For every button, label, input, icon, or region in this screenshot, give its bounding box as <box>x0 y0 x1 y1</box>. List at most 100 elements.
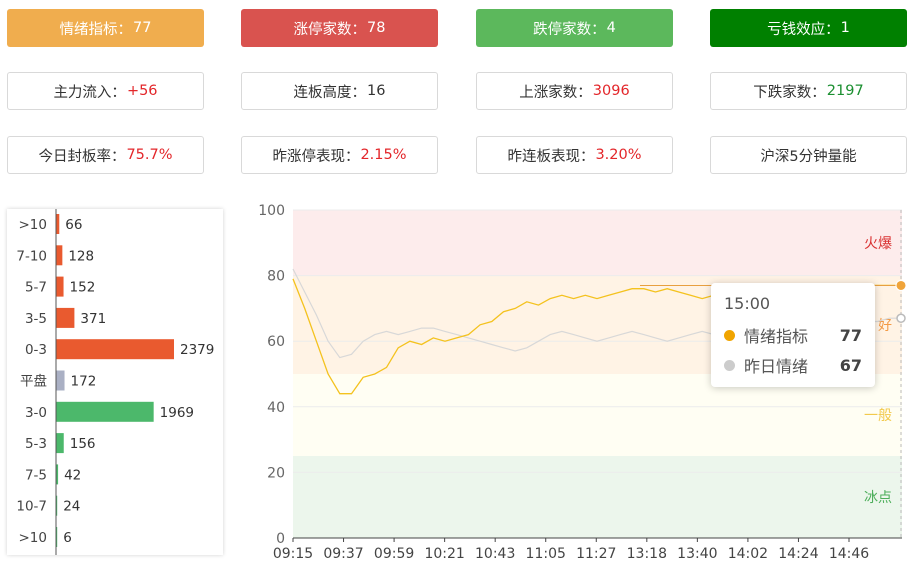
x-tick-label: 09:15 <box>273 546 313 562</box>
bar-value-label: 2379 <box>180 342 214 358</box>
bar-value-label: 371 <box>80 311 106 327</box>
category-label: 3-5 <box>25 311 47 327</box>
tooltip-series-value: 67 <box>839 355 862 375</box>
y-tick-label: 60 <box>267 334 285 350</box>
tooltip-series-name: 昨日情绪 <box>744 357 809 376</box>
card-label: 连板高度： <box>293 84 367 101</box>
category-label: >10 <box>19 530 48 546</box>
bar-value-label: 24 <box>63 499 80 515</box>
zone-label: 冰点 <box>864 490 892 506</box>
zone-band <box>293 210 902 276</box>
yesterday-consecutive-performance-card[interactable]: 昨连板表现： 3.20% <box>476 136 673 174</box>
chart-tooltip: 15:00 情绪指标 77 昨日情绪 67 <box>711 283 875 387</box>
card-label: 亏钱效应： <box>767 21 840 38</box>
card-value: 16 <box>367 83 386 99</box>
yesterday-marker <box>896 313 906 323</box>
rising-count-card[interactable]: 上涨家数： 3096 <box>476 72 673 110</box>
y-tick-label: 40 <box>267 400 285 416</box>
y-tick-label: 100 <box>258 203 285 219</box>
yesterday-limit-up-performance-card[interactable]: 昨涨停表现： 2.15% <box>241 136 438 174</box>
bar-value-label: 1969 <box>160 405 194 421</box>
limit-up-count-card[interactable]: 涨停家数： 78 <box>241 9 438 47</box>
y-tick-label: 80 <box>267 269 285 285</box>
card-value: 4 <box>606 20 616 36</box>
category-label: 0-3 <box>25 342 47 358</box>
x-tick-label: 14:24 <box>778 546 818 562</box>
card-value: 3.20% <box>595 147 642 163</box>
falling-count-card[interactable]: 下跌家数： 2197 <box>710 72 907 110</box>
card-label: 沪深5分钟量能 <box>760 148 857 165</box>
price-change-distribution-panel: >10 66 7-10 128 5-7 152 3-5 371 0-3 2379 平盘 172 3-0 1… <box>7 209 223 555</box>
card-value: 2197 <box>826 83 864 99</box>
zone-label: 火爆 <box>864 236 892 252</box>
category-label: 平盘 <box>20 373 47 390</box>
price-change-distribution-chart: >10 66 7-10 128 5-7 152 3-5 371 0-3 2379 平盘 172 3-0 1… <box>16 209 214 555</box>
card-value: 77 <box>133 20 152 36</box>
zone-band <box>293 456 902 538</box>
x-tick-label: 10:43 <box>475 546 515 562</box>
category-label: 5-3 <box>25 436 47 452</box>
card-value: 2.15% <box>360 147 407 163</box>
x-tick-label: 13:40 <box>677 546 717 562</box>
x-tick-label: 14:46 <box>829 546 869 562</box>
distribution-bar <box>56 339 174 360</box>
distribution-bar <box>56 276 64 297</box>
series-dot-icon <box>724 359 735 371</box>
card-label: 下跌家数： <box>753 84 826 101</box>
card-label: 情绪指标： <box>59 21 133 38</box>
distribution-bar <box>56 245 63 266</box>
consecutive-board-height-card[interactable]: 连板高度： 16 <box>241 72 438 110</box>
seal-rate-card[interactable]: 今日封板率： 75.7% <box>7 136 204 174</box>
today-marker <box>895 279 907 291</box>
x-tick-label: 11:05 <box>526 546 566 562</box>
x-tick-label: 13:18 <box>627 546 667 562</box>
card-label: 主力流入： <box>53 84 126 101</box>
card-label: 昨连板表现： <box>507 148 595 165</box>
volume-5min-button[interactable]: 沪深5分钟量能 <box>710 136 907 174</box>
x-tick-label: 09:37 <box>323 546 363 562</box>
bar-value-label: 66 <box>65 217 82 233</box>
category-label: 5-7 <box>25 280 47 296</box>
distribution-bar <box>56 370 65 391</box>
bar-value-label: 128 <box>68 248 94 264</box>
limit-down-count-card[interactable]: 跌停家数： 4 <box>476 9 673 47</box>
category-label: 7-5 <box>25 467 47 483</box>
bar-value-label: 152 <box>70 280 96 296</box>
bar-value-label: 42 <box>64 467 81 483</box>
distribution-bar <box>56 401 154 422</box>
card-value: 78 <box>367 20 386 36</box>
card-label: 跌停家数： <box>533 21 606 38</box>
x-tick-label: 10:21 <box>424 546 464 562</box>
x-tick-label: 14:02 <box>728 546 768 562</box>
tooltip-series-value: 77 <box>839 325 862 345</box>
bar-value-label: 6 <box>63 530 72 546</box>
card-label: 涨停家数： <box>293 21 367 38</box>
category-label: 3-0 <box>25 405 47 421</box>
loss-effect-card[interactable]: 亏钱效应： 1 <box>710 9 907 47</box>
tooltip-row-today: 情绪指标 77 <box>724 320 862 350</box>
category-label: >10 <box>19 217 48 233</box>
sentiment-index-card[interactable]: 情绪指标： 77 <box>7 9 204 47</box>
y-tick-label: 0 <box>276 531 285 547</box>
zone-label: 一般 <box>864 408 892 424</box>
card-label: 今日封板率： <box>38 148 126 165</box>
card-label: 昨涨停表现： <box>272 148 360 165</box>
x-tick-label: 11:27 <box>576 546 616 562</box>
card-value: 1 <box>840 20 850 36</box>
bar-value-label: 156 <box>70 436 96 452</box>
y-tick-label: 20 <box>267 465 285 481</box>
card-label: 上涨家数： <box>519 84 592 101</box>
tooltip-row-yesterday: 昨日情绪 67 <box>724 350 862 380</box>
card-value: 3096 <box>592 83 630 99</box>
category-label: 10-7 <box>16 499 47 515</box>
series-dot-icon <box>724 329 735 341</box>
tooltip-time: 15:00 <box>724 294 771 313</box>
category-label: 7-10 <box>16 248 47 264</box>
tooltip-series-name: 情绪指标 <box>744 327 809 346</box>
distribution-bar <box>56 433 64 454</box>
distribution-bar <box>56 307 75 328</box>
card-value: +56 <box>126 83 158 99</box>
main-inflow-card[interactable]: 主力流入： +56 <box>7 72 204 110</box>
card-value: 75.7% <box>126 147 173 163</box>
bar-value-label: 172 <box>71 374 97 390</box>
